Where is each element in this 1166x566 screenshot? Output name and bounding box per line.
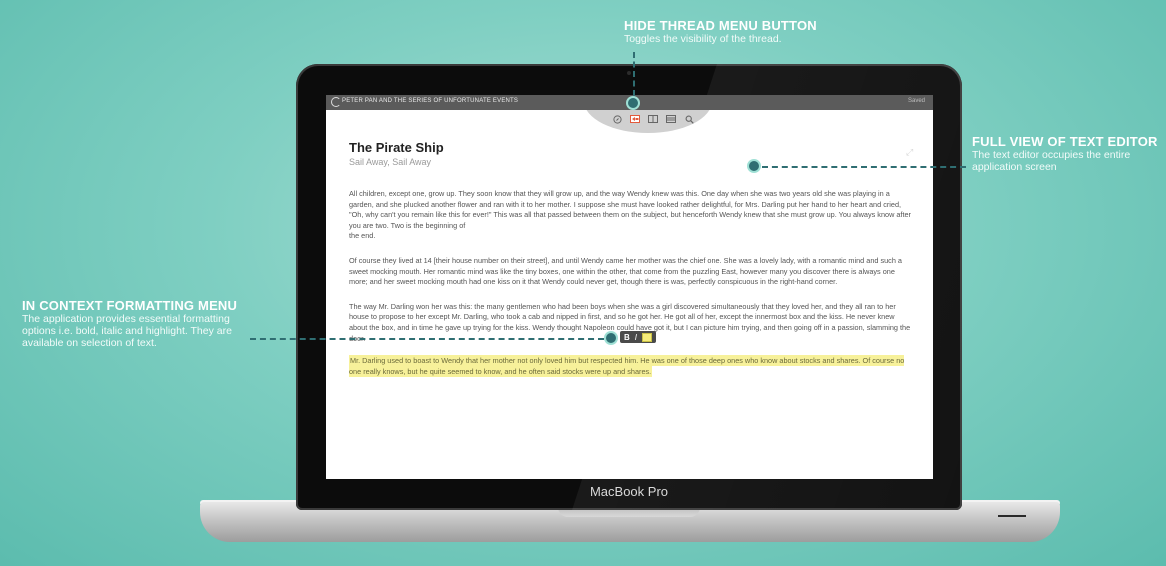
book-icon[interactable] xyxy=(648,115,658,124)
fullview-leader-line xyxy=(762,166,966,168)
app-screen: PETER PAN AND THE SERIES OF UNFORTUNATE … xyxy=(326,95,933,479)
fullview-callout-title: FULL VIEW OF TEXT EDITOR xyxy=(972,134,1158,149)
fullview-callout: FULL VIEW OF TEXT EDITOR The text editor… xyxy=(972,134,1158,173)
format-callout-title: IN CONTEXT FORMATTING MENU xyxy=(22,298,238,313)
document-title: The Pirate Ship xyxy=(349,140,444,155)
selected-highlighted-text[interactable]: Mr. Darling used to boast to Wendy that … xyxy=(349,355,905,377)
laptop-led xyxy=(998,515,1026,517)
fullview-callout-desc-2: application screen xyxy=(972,161,1057,173)
bold-button[interactable]: B xyxy=(624,333,630,342)
format-callout-desc-3: available on selection of text. xyxy=(22,337,157,349)
paragraph-1-end: the end. xyxy=(349,231,376,241)
paragraph-1[interactable]: All children, except one, grow up. They … xyxy=(349,189,912,242)
format-leader-line xyxy=(250,338,604,340)
fullview-callout-desc-1: The text editor occupies the entire xyxy=(972,149,1131,161)
format-callout-desc-1: The application provides essential forma… xyxy=(22,313,230,325)
app-logo-icon[interactable] xyxy=(331,97,341,107)
save-status: Saved xyxy=(907,98,925,104)
thread-toolbar xyxy=(612,114,694,124)
camera-dot xyxy=(627,71,631,75)
thread-callout-desc: Toggles the visibility of the thread. xyxy=(624,33,782,45)
format-marker xyxy=(604,331,618,345)
highlight-button[interactable] xyxy=(642,332,653,342)
paragraph-2[interactable]: Of course they lived at 14 [their house … xyxy=(349,256,912,288)
laptop-model-label: MacBook Pro xyxy=(589,484,669,499)
search-icon[interactable] xyxy=(684,115,694,124)
thread-leader-line xyxy=(633,52,635,96)
compass-icon[interactable] xyxy=(612,114,622,124)
fullview-marker xyxy=(747,159,761,173)
formatting-menu: B I xyxy=(620,331,657,343)
paragraph-1-text: All children, except one, grow up. They … xyxy=(349,189,911,230)
paragraph-4[interactable]: Mr. Darling used to boast to Wendy that … xyxy=(349,355,912,377)
format-callout-desc-2: options i.e. bold, italic and highlight.… xyxy=(22,325,232,337)
format-callout: IN CONTEXT FORMATTING MENU The applicati… xyxy=(22,298,237,349)
list-icon[interactable] xyxy=(666,115,676,124)
italic-button[interactable]: I xyxy=(635,333,637,342)
thread-callout-title: HIDE THREAD MENU BUTTON xyxy=(624,18,817,33)
thread-marker xyxy=(626,96,640,110)
thread-callout: HIDE THREAD MENU BUTTON Toggles the visi… xyxy=(624,18,817,45)
hide-thread-icon[interactable] xyxy=(630,115,640,124)
document-breadcrumb: PETER PAN AND THE SERIES OF UNFORTUNATE … xyxy=(342,98,519,104)
